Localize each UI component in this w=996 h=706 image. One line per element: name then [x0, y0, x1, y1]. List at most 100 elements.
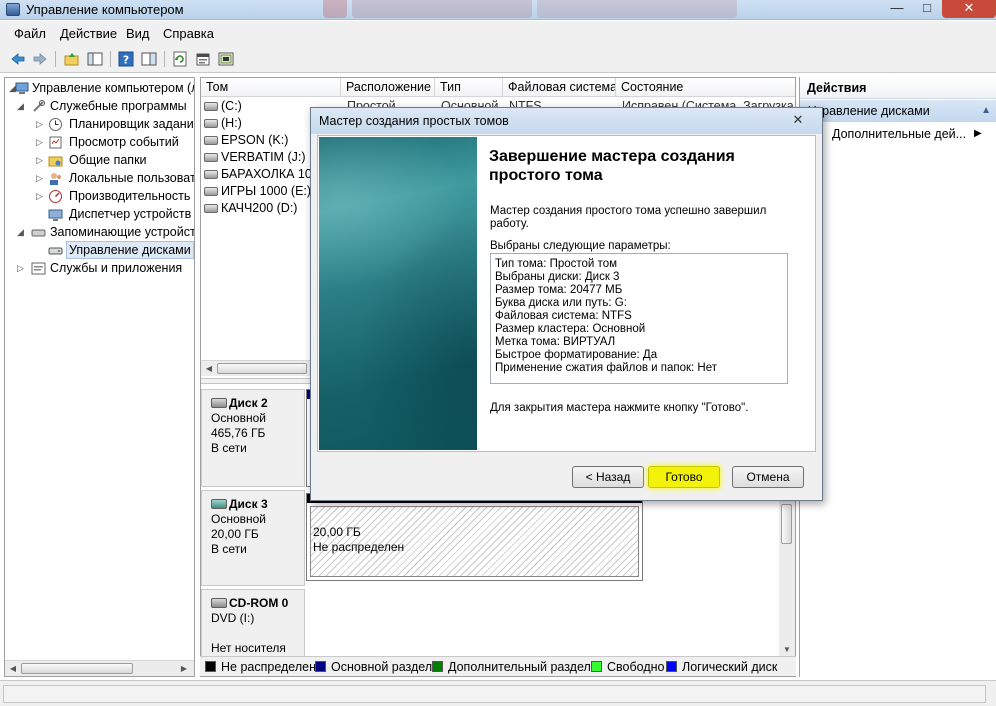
back-arrow-icon[interactable] — [9, 50, 27, 68]
submenu-arrow-icon[interactable]: ▶ — [974, 128, 982, 139]
expand-icon[interactable]: ▷ — [36, 115, 46, 133]
parameter-line: Размер тома: 20477 МБ — [495, 284, 623, 296]
local-users-icon — [48, 171, 63, 186]
background-window-ghost — [323, 0, 347, 18]
collapse-icon[interactable]: ◢ — [17, 223, 27, 241]
disk-graph-vertical-scrollbar[interactable]: ▼ — [779, 490, 795, 660]
close-hint-text: Для закрытия мастера нажмите кнопку "Гот… — [490, 402, 749, 414]
scrollbar-thumb[interactable] — [217, 363, 307, 374]
parameter-line: Быстрое форматирование: Да — [495, 349, 658, 361]
action-pane-icon[interactable] — [140, 50, 158, 68]
volume-drive-icon — [204, 153, 218, 162]
close-button[interactable]: ✕ — [942, 0, 996, 18]
dialog-close-button[interactable]: ✕ — [788, 111, 808, 129]
column-header-type[interactable]: Тип — [435, 78, 503, 97]
actions-header: Действия — [800, 77, 996, 99]
menu-action[interactable]: Действие — [60, 26, 117, 41]
menu-bar: Файл Действие Вид Справка — [0, 21, 996, 45]
maximize-button[interactable]: □ — [912, 0, 942, 18]
expand-icon[interactable]: ▷ — [36, 133, 46, 151]
wizard-heading: Завершение мастера создания простого том… — [489, 148, 735, 184]
tree-item-label: Общие папки — [69, 153, 147, 167]
column-header-layout[interactable]: Расположение — [341, 78, 435, 97]
refresh-icon[interactable] — [171, 50, 189, 68]
toolbar: ? — [0, 45, 996, 73]
scroll-left-icon[interactable]: ◀ — [203, 363, 215, 375]
svg-text:?: ? — [123, 54, 129, 67]
menu-view[interactable]: Вид — [126, 26, 150, 41]
export-icon[interactable] — [217, 50, 235, 68]
expand-icon[interactable]: ▷ — [17, 259, 27, 277]
performance-icon — [48, 189, 63, 204]
parameter-line: Метка тома: ВИРТУАЛ — [495, 336, 616, 348]
tree-item-label: Службы и приложения — [50, 261, 183, 275]
status-bar — [0, 680, 996, 706]
parameters-list[interactable]: Тип тома: Простой том Выбраны диски: Дис… — [490, 253, 788, 384]
back-button[interactable]: < Назад — [572, 466, 644, 488]
forward-arrow-icon[interactable] — [31, 50, 49, 68]
scroll-down-icon[interactable]: ▼ — [781, 644, 793, 656]
partition-size: 20,00 ГБ — [313, 525, 361, 539]
expand-icon[interactable]: ▷ — [36, 187, 46, 205]
parameter-line: Размер кластера: Основной — [495, 323, 646, 335]
title-bar: Управление компьютером — □ ✕ — [0, 0, 996, 20]
tree-item-label: Диспетчер устройств — [69, 207, 192, 221]
actions-section-label: Управление дисками — [808, 104, 930, 118]
cdrom-icon — [211, 598, 227, 608]
computer-management-icon — [15, 81, 30, 96]
show-hide-console-tree-icon[interactable] — [86, 50, 104, 68]
banner-decoration — [319, 137, 477, 450]
more-actions-item[interactable]: Дополнительные дей... — [832, 127, 966, 141]
cdrom-0-label[interactable]: CD-ROM 0 DVD (I:) Нет носителя — [201, 589, 305, 659]
disk-type: DVD (I:) — [211, 611, 255, 625]
scrollbar-thumb[interactable] — [21, 663, 133, 674]
volume-drive-icon — [204, 187, 218, 196]
console-tree: ◢ Управление компьютером (л ◢ Служебные … — [4, 77, 195, 677]
new-simple-volume-wizard-dialog: Мастер создания простых томов ✕ Завершен… — [310, 107, 823, 501]
tree-horizontal-scrollbar[interactable]: ◀ ▶ — [5, 660, 194, 676]
scrollbar-thumb[interactable] — [781, 504, 792, 544]
collapse-up-icon[interactable]: ▲ — [981, 100, 991, 122]
parameters-label: Выбраны следующие параметры: — [490, 240, 671, 252]
scroll-right-icon[interactable]: ▶ — [178, 663, 190, 675]
legend-swatch — [432, 661, 443, 672]
dialog-body: Завершение мастера создания простого том… — [317, 135, 816, 452]
volume-name: ИГРЫ 1000 (E:) — [221, 184, 312, 198]
column-header-status[interactable]: Состояние — [616, 78, 795, 97]
tree-item-label: Запоминающие устройст — [50, 225, 195, 239]
menu-help[interactable]: Справка — [163, 26, 214, 41]
task-scheduler-icon — [48, 117, 63, 132]
expand-icon[interactable]: ▷ — [36, 169, 46, 187]
tools-icon — [31, 99, 46, 114]
help-icon[interactable]: ? — [117, 50, 135, 68]
disk-3-unallocated-partition[interactable]: 20,00 ГБ Не распределен — [306, 493, 643, 581]
tree-item-label: Локальные пользовате — [69, 171, 195, 185]
device-manager-icon — [48, 207, 63, 222]
minimize-button[interactable]: — — [882, 0, 912, 18]
column-header-volume[interactable]: Том — [201, 78, 341, 97]
parameter-line: Применение сжатия файлов и папок: Нет — [495, 362, 718, 374]
wizard-success-text: Мастер создания простого тома успешно за… — [490, 205, 767, 230]
legend-label: Не распределен — [221, 660, 316, 674]
cancel-button[interactable]: Отмена — [732, 466, 804, 488]
expand-icon[interactable]: ▷ — [36, 151, 46, 169]
properties-icon[interactable] — [194, 50, 212, 68]
actions-pane: Действия Управление дисками ▲ Дополнител… — [799, 77, 996, 677]
legend-label: Дополнительный раздел — [448, 660, 591, 674]
scroll-left-icon[interactable]: ◀ — [7, 663, 19, 675]
disk-icon — [211, 499, 227, 509]
actions-section-disk-management[interactable]: Управление дисками ▲ — [800, 100, 996, 122]
disk-3-label[interactable]: Диск 3 Основной 20,00 ГБ В сети — [201, 490, 305, 586]
up-folder-icon[interactable] — [63, 50, 81, 68]
dialog-title-bar: Мастер создания простых томов ✕ — [311, 108, 822, 134]
disk-name: CD-ROM 0 — [229, 596, 289, 610]
legend-swatch — [315, 661, 326, 672]
volume-drive-icon — [204, 136, 218, 145]
parameter-line: Выбраны диски: Диск 3 — [495, 271, 620, 283]
disk-2-label[interactable]: Диск 2 Основной 465,76 ГБ В сети — [201, 389, 305, 487]
disk-name: Диск 3 — [229, 497, 268, 511]
finish-button[interactable]: Готово — [648, 466, 720, 488]
collapse-icon[interactable]: ◢ — [17, 97, 27, 115]
column-header-file-system[interactable]: Файловая система — [503, 78, 616, 97]
menu-file[interactable]: Файл — [14, 26, 46, 41]
